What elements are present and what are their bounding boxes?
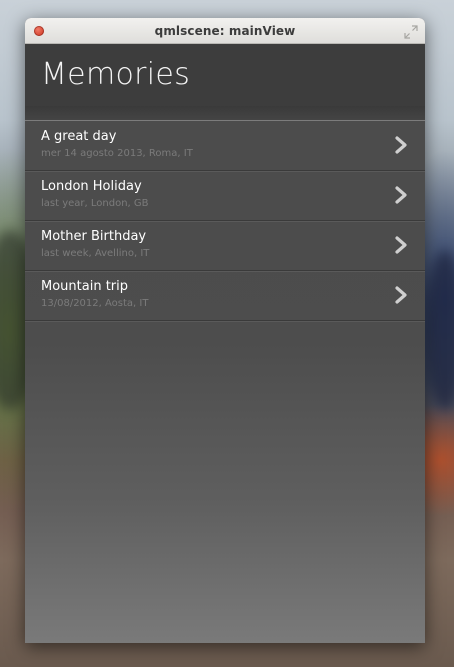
page-header: Memories xyxy=(25,44,425,106)
chevron-right-icon xyxy=(395,236,407,254)
memory-subtitle: mer 14 agosto 2013, Roma, IT xyxy=(41,148,193,159)
chevron-right-icon xyxy=(395,136,407,154)
list-item[interactable]: London Holiday last year, London, GB xyxy=(25,171,425,221)
chevron-right-icon xyxy=(395,186,407,204)
close-button[interactable] xyxy=(34,26,44,36)
memory-subtitle: last week, Avellino, IT xyxy=(41,248,150,259)
list-item[interactable]: Mountain trip 13/08/2012, Aosta, IT xyxy=(25,271,425,321)
memories-list: A great day mer 14 agosto 2013, Roma, IT… xyxy=(25,121,425,321)
memory-title: London Holiday xyxy=(41,179,142,194)
wallpaper-mountain-right xyxy=(425,250,454,410)
maximize-icon xyxy=(404,25,418,39)
window-titlebar[interactable]: qmlscene: mainView xyxy=(25,18,425,44)
window-title: qmlscene: mainView xyxy=(154,23,296,38)
header-divider xyxy=(25,106,425,121)
main-view: Memories A great day mer 14 agosto 2013,… xyxy=(25,44,425,643)
memory-subtitle: last year, London, GB xyxy=(41,198,149,209)
memory-title: Mountain trip xyxy=(41,279,129,294)
memory-subtitle: 13/08/2012, Aosta, IT xyxy=(41,298,149,309)
list-item[interactable]: A great day mer 14 agosto 2013, Roma, IT xyxy=(25,121,425,171)
maximize-button[interactable] xyxy=(404,24,418,39)
page-title: Memories xyxy=(41,57,191,92)
memory-title: Mother Birthday xyxy=(41,229,147,244)
chevron-right-icon xyxy=(395,286,407,304)
list-item[interactable]: Mother Birthday last week, Avellino, IT xyxy=(25,221,425,271)
memory-title: A great day xyxy=(41,129,117,144)
app-window: qmlscene: mainView Memories A great day … xyxy=(25,18,425,643)
